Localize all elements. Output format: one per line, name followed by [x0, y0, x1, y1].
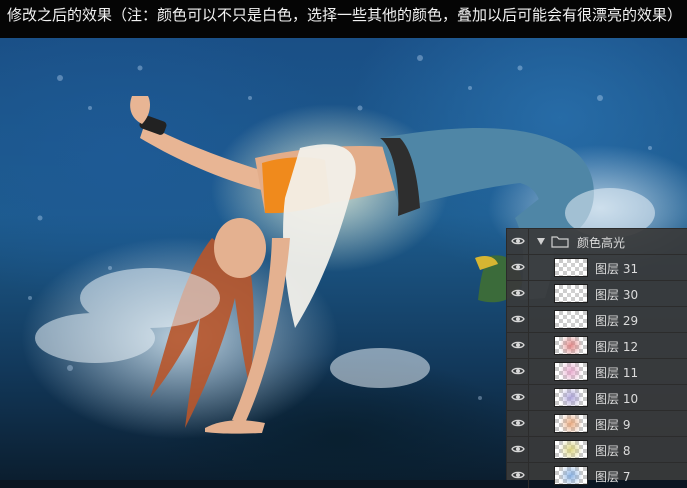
folder-icon [551, 236, 569, 248]
layer-row[interactable]: 图层 7 [507, 462, 687, 488]
layer-name: 图层 12 [595, 340, 639, 354]
layer-thumbnail[interactable] [554, 388, 588, 407]
layer-thumbnail[interactable] [554, 310, 588, 329]
layer-thumbnail[interactable] [554, 258, 588, 277]
visibility-toggle[interactable] [507, 229, 529, 254]
eye-icon [511, 367, 525, 375]
visibility-toggle[interactable] [507, 463, 529, 488]
eye-icon [511, 237, 525, 245]
thumbnail-tint [555, 415, 587, 432]
thumbnail-tint [555, 311, 587, 328]
layer-name: 图层 9 [595, 418, 631, 432]
layer-row[interactable]: 图层 10 [507, 384, 687, 410]
layer-thumbnail[interactable] [554, 336, 588, 355]
layer-name: 图层 31 [595, 262, 639, 276]
visibility-toggle[interactable] [507, 255, 529, 280]
layer-thumbnail[interactable] [554, 414, 588, 433]
eye-icon [511, 289, 525, 297]
layer-row[interactable]: 图层 31 [507, 254, 687, 280]
thumbnail-tint [555, 467, 587, 484]
layer-name: 图层 10 [595, 392, 639, 406]
layer-name: 图层 7 [595, 470, 631, 484]
eye-icon [511, 393, 525, 401]
eye-icon [511, 341, 525, 349]
layer-row[interactable]: 图层 29 [507, 306, 687, 332]
layer-thumbnail[interactable] [554, 466, 588, 485]
layer-name: 图层 11 [595, 366, 639, 380]
layer-row[interactable]: 图层 12 [507, 332, 687, 358]
caption-text: 修改之后的效果（注：颜色可以不只是白色，选择一些其他的颜色，叠加以后可能会有很漂… [0, 0, 687, 38]
layer-name: 图层 8 [595, 444, 631, 458]
visibility-toggle[interactable] [507, 437, 529, 462]
layers-panel: 颜色高光 图层 31 图层 30 图层 29 图层 12 图层 11 图层 10 图层 9 图… [506, 228, 687, 488]
eye-icon [511, 263, 525, 271]
thumbnail-tint [555, 363, 587, 380]
layer-group-row[interactable]: 颜色高光 [507, 228, 687, 254]
eye-icon [511, 471, 525, 479]
eye-icon [511, 315, 525, 323]
thumbnail-tint [555, 285, 587, 302]
layer-row[interactable]: 图层 9 [507, 410, 687, 436]
visibility-toggle[interactable] [507, 307, 529, 332]
eye-icon [511, 419, 525, 427]
thumbnail-tint [555, 337, 587, 354]
thumbnail-tint [555, 259, 587, 276]
layer-row[interactable]: 图层 30 [507, 280, 687, 306]
thumbnail-tint [555, 441, 587, 458]
visibility-toggle[interactable] [507, 281, 529, 306]
expand-arrow-icon[interactable] [537, 238, 545, 245]
thumbnail-tint [555, 389, 587, 406]
group-name: 颜色高光 [577, 236, 626, 250]
visibility-toggle[interactable] [507, 359, 529, 384]
visibility-toggle[interactable] [507, 333, 529, 358]
eye-icon [511, 445, 525, 453]
layer-row[interactable]: 图层 8 [507, 436, 687, 462]
layer-thumbnail[interactable] [554, 440, 588, 459]
layer-row[interactable]: 图层 11 [507, 358, 687, 384]
layer-name: 图层 30 [595, 288, 639, 302]
visibility-toggle[interactable] [507, 411, 529, 436]
layer-name: 图层 29 [595, 314, 639, 328]
layer-thumbnail[interactable] [554, 362, 588, 381]
layer-thumbnail[interactable] [554, 284, 588, 303]
visibility-toggle[interactable] [507, 385, 529, 410]
